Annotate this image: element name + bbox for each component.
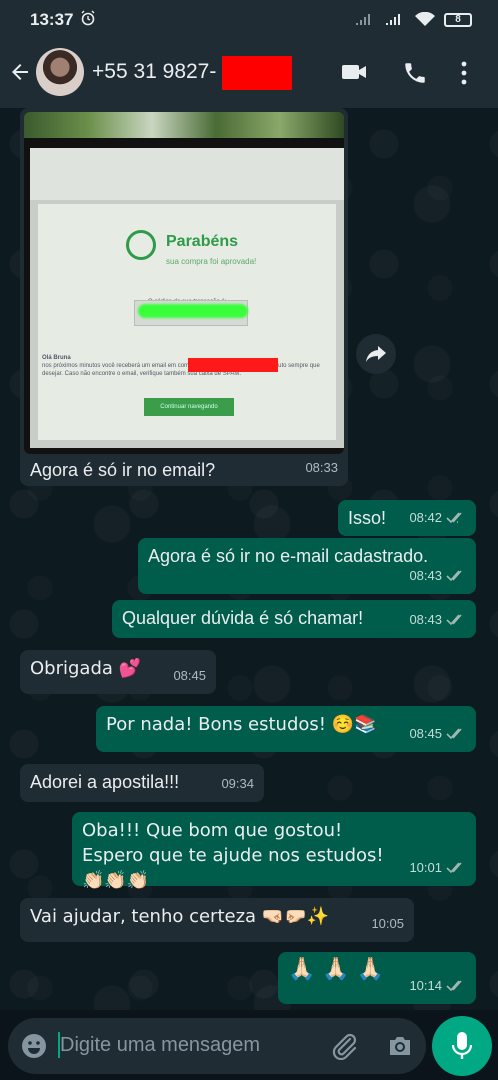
status-time: 13:37 — [30, 10, 74, 29]
status-bar: 13:37 8 — [0, 0, 498, 40]
message-outgoing[interactable]: Isso! 08:42 — [338, 500, 476, 536]
message-meta: 10:01 — [409, 856, 466, 880]
message-input-bar[interactable]: Digite uma mensagem — [8, 1018, 426, 1074]
message-incoming[interactable]: Vai ajudar, tenho certeza 🤜🏻🤛🏻✨ 10:05 — [20, 898, 414, 942]
photo-attachment[interactable]: Parabéns sua compra foi aprovada! O códi… — [24, 112, 344, 454]
image-caption: Agora é só ir no email? — [30, 460, 216, 480]
message-text: Qualquer dúvida é só chamar! — [122, 608, 364, 628]
forward-icon — [366, 346, 386, 362]
monitor-screen: Parabéns sua compra foi aprovada! O códi… — [30, 148, 344, 448]
email-redaction — [188, 358, 278, 372]
more-options-icon[interactable] — [460, 60, 468, 91]
message-incoming[interactable]: Adorei a apostila!!! 09:34 — [20, 764, 264, 802]
contact-avatar[interactable] — [36, 48, 84, 96]
purchase-greeting: Olá Bruna — [42, 355, 71, 361]
message-meta: 08:42 — [409, 506, 466, 530]
message-outgoing[interactable]: Qualquer dúvida é só chamar! 08:43 — [112, 600, 476, 638]
image-message[interactable]: Parabéns sua compra foi aprovada! O códi… — [20, 108, 348, 486]
battery-icon: 8 — [444, 12, 472, 27]
purchase-subtitle: sua compra foi aprovada! — [166, 257, 257, 266]
read-ticks-icon — [446, 980, 462, 992]
message-meta: 08:43 — [409, 608, 466, 632]
camera-icon[interactable] — [386, 1032, 414, 1065]
message-outgoing[interactable]: 🙏🏻 🙏🏻 🙏🏻 10:14 — [278, 952, 476, 1004]
attach-icon[interactable] — [330, 1032, 358, 1065]
message-text: Por nada! Bons estudos! ☺️📚 — [106, 714, 377, 735]
message-incoming[interactable]: Obrigada 💕 08:45 — [20, 650, 216, 694]
message-time: 08:33 — [305, 460, 338, 475]
message-text: Adorei a apostila!!! — [30, 772, 180, 792]
contact-name[interactable]: +55 31 9827- — [92, 60, 216, 84]
forward-button[interactable] — [356, 334, 396, 374]
check-circle-icon — [126, 230, 156, 260]
message-text: Obrigada 💕 — [30, 658, 142, 679]
video-call-icon[interactable] — [340, 60, 368, 89]
alarm-icon — [80, 10, 96, 30]
message-meta: 08:45 — [173, 668, 206, 683]
redacted-box — [222, 56, 292, 90]
chat-area: Parabéns sua compra foi aprovada! O códi… — [0, 108, 498, 1010]
mic-icon — [451, 1032, 473, 1059]
read-ticks-icon — [446, 614, 462, 626]
message-meta: 09:34 — [221, 776, 254, 791]
read-ticks-icon — [446, 862, 462, 874]
message-text: Oba!!! Que bom que gostou! Espero que te… — [82, 820, 384, 891]
message-text: Vai ajudar, tenho certeza 🤜🏻🤛🏻✨ — [30, 906, 330, 927]
signal-icon-2 — [386, 14, 400, 25]
back-arrow-icon[interactable] — [8, 60, 32, 89]
code-redaction — [138, 304, 248, 318]
message-outgoing[interactable]: Oba!!! Que bom que gostou! Espero que te… — [72, 812, 476, 891]
purchase-text: Olá Bruna nos próximos minutos você rece… — [42, 354, 332, 378]
read-ticks-icon — [446, 728, 462, 740]
purchase-body: nos próximos minutos você receberá um em… — [42, 363, 320, 377]
message-meta: 10:14 — [409, 974, 466, 998]
chat-header: +55 31 9827- — [0, 40, 498, 108]
message-meta: 08:43 — [409, 564, 466, 588]
browser-chrome — [30, 148, 344, 200]
signal-icon-1 — [356, 14, 370, 25]
message-text: Isso! — [348, 508, 387, 528]
emoji-icon[interactable] — [20, 1032, 48, 1065]
phone-call-icon[interactable] — [402, 60, 428, 91]
message-text: Agora é só ir no e-mail cadastrado. — [148, 546, 429, 566]
message-input[interactable]: Digite uma mensagem — [60, 1034, 260, 1057]
read-ticks-icon — [446, 570, 462, 582]
message-meta: 10:05 — [371, 916, 404, 931]
message-meta: 08:45 — [409, 722, 466, 746]
message-outgoing[interactable]: Por nada! Bons estudos! ☺️📚 08:45 — [96, 706, 476, 752]
wifi-icon — [415, 12, 435, 26]
mic-button[interactable] — [432, 1016, 492, 1076]
continue-button: Continuar navegando — [144, 398, 234, 416]
read-ticks-icon — [446, 512, 462, 524]
message-outgoing[interactable]: Agora é só ir no e-mail cadastrado. 08:4… — [138, 538, 476, 594]
purchase-page: Parabéns sua compra foi aprovada! O códi… — [38, 204, 336, 440]
message-text: 🙏🏻 🙏🏻 🙏🏻 — [288, 957, 385, 982]
